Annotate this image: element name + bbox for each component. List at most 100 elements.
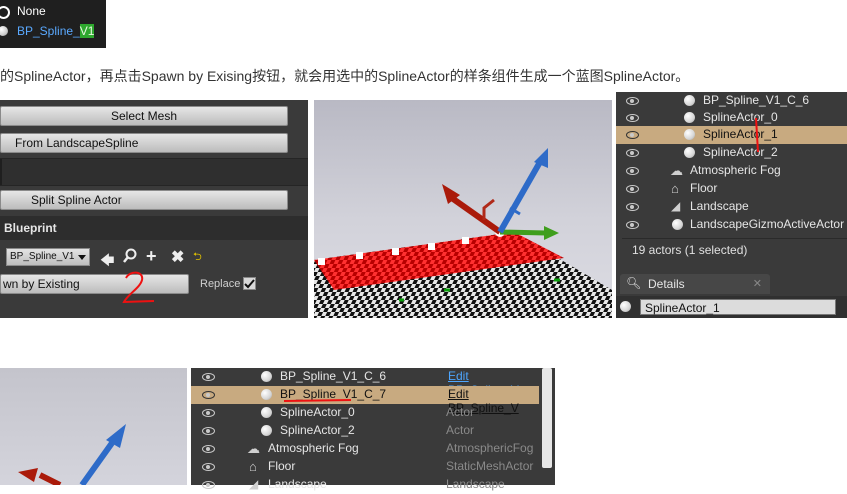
- viewport-scene-bottom: [18, 424, 126, 485]
- list-item-label: SplineActor_2: [703, 145, 778, 159]
- list-item[interactable]: ◢ Landscape: [616, 198, 847, 216]
- eye-icon[interactable]: [626, 185, 639, 193]
- row-label: BP_Spline_V1_C_6: [280, 369, 387, 383]
- table-row[interactable]: ☁ Atmospheric Fog AtmosphericFog: [191, 440, 539, 458]
- row-label: Atmospheric Fog: [268, 441, 359, 455]
- list-item-label: SplineActor_1: [703, 127, 778, 141]
- replace-checkbox[interactable]: [243, 277, 256, 290]
- details-row: SplineActor_1: [616, 296, 847, 318]
- eye-icon[interactable]: [626, 114, 639, 122]
- viewport-scene: [314, 148, 612, 318]
- list-item[interactable]: LandscapeGizmoActiveActor: [616, 216, 847, 234]
- sphere-icon: [261, 389, 272, 400]
- landscape-icon: ◢: [249, 477, 259, 491]
- from-landscape-spline-button[interactable]: From LandscapeSpline: [0, 133, 288, 153]
- sphere-icon: [620, 301, 631, 312]
- details-tab[interactable]: 🔍︎ Details ✕: [620, 274, 770, 294]
- row-label: Landscape: [268, 477, 327, 491]
- list-item-label: LandscapeGizmoActiveActor: [690, 217, 845, 231]
- row-label: SplineActor_0: [280, 405, 355, 419]
- list-item[interactable]: BP_Spline_V1_C_6: [616, 92, 847, 110]
- spawn-by-existing-button[interactable]: wn by Existing: [0, 274, 189, 294]
- blueprint-select-value: BP_Spline_V1: [10, 251, 75, 262]
- eye-icon[interactable]: [202, 481, 215, 489]
- actor-name-field[interactable]: SplineActor_1: [640, 299, 836, 315]
- list-item-label: BP_Spline_V1_C_6: [703, 93, 810, 107]
- eye-icon[interactable]: [202, 409, 215, 417]
- eye-icon[interactable]: [202, 391, 215, 399]
- list-item[interactable]: SplineActor_0: [616, 109, 847, 127]
- sphere-icon: [684, 95, 695, 106]
- split-spline-actor-button[interactable]: Split Spline Actor: [0, 190, 288, 210]
- eye-icon[interactable]: [202, 463, 215, 471]
- close-icon[interactable]: ✕: [753, 277, 762, 290]
- table-row-selected[interactable]: BP_Spline_V1_C_7 Edit BP_Spline_V: [191, 386, 539, 415]
- eye-icon[interactable]: [626, 149, 639, 157]
- viewport-3d-bottom[interactable]: [0, 368, 187, 485]
- dropdown-option-none[interactable]: None: [0, 2, 106, 20]
- sphere-icon: [684, 129, 695, 140]
- description-text: 的SplineActor，再点击Spawn by Exising按钮，就会用选中…: [0, 68, 690, 84]
- table-row[interactable]: SplineActor_2 Actor: [191, 422, 539, 440]
- eye-icon[interactable]: [202, 373, 215, 381]
- replace-label: Replace: [200, 278, 241, 290]
- blueprint-section-header: Blueprint: [0, 216, 308, 240]
- eye-icon[interactable]: [202, 427, 215, 435]
- table-row[interactable]: SplineActor_0 Actor: [191, 404, 539, 422]
- option-label-prefix: BP_Spline_: [17, 24, 80, 38]
- list-item-label: SplineActor_0: [703, 110, 778, 124]
- option-label: BP_Spline_V1: [17, 24, 95, 38]
- list-item[interactable]: ⌂ Floor: [616, 180, 847, 198]
- row-label: Floor: [268, 459, 296, 473]
- close-icon[interactable]: ✖: [171, 247, 184, 267]
- floor-icon: ⌂: [671, 181, 679, 196]
- transform-gizmo: [442, 148, 559, 240]
- reset-arrow-icon[interactable]: ⮌: [193, 248, 202, 267]
- sphere-icon: [684, 147, 695, 158]
- table-row[interactable]: BP_Spline_V1_C_6 Edit BP_Spline_V: [191, 368, 539, 397]
- outliner-status-bar: 19 actors (1 selected): [622, 238, 847, 261]
- sphere-icon: [261, 371, 272, 382]
- row-type: AtmosphericFog: [446, 441, 534, 455]
- search-icon[interactable]: [122, 248, 138, 264]
- fog-icon: ☁: [670, 163, 683, 178]
- eye-icon[interactable]: [626, 203, 639, 211]
- list-item-label: Landscape: [690, 199, 749, 213]
- option-label: None: [17, 4, 46, 18]
- dropdown-popup: None BP_Spline_V1: [0, 0, 106, 48]
- list-item[interactable]: SplineActor_2: [616, 144, 847, 162]
- fog-icon: ☁: [247, 441, 260, 456]
- scrollbar[interactable]: [542, 368, 552, 468]
- eye-icon[interactable]: [202, 445, 215, 453]
- table-row[interactable]: ⌂ Floor StaticMeshActor: [191, 458, 539, 476]
- details-icon: 🔍︎: [626, 276, 642, 290]
- select-mesh-button[interactable]: Select Mesh: [0, 106, 288, 126]
- blueprint-class-select[interactable]: BP_Spline_V1: [6, 248, 90, 266]
- radio-empty-icon: [0, 6, 10, 19]
- sphere-icon: [0, 26, 8, 36]
- spline-tools-panel: Select Mesh From LandscapeSpline Split S…: [0, 100, 308, 318]
- eye-icon[interactable]: [626, 97, 639, 105]
- row-type: Actor: [446, 423, 475, 437]
- plus-icon[interactable]: +: [146, 246, 157, 267]
- dropdown-option-bp-spline[interactable]: BP_Spline_V1: [0, 22, 106, 40]
- annotation-number-1: [755, 117, 759, 153]
- world-outliner-top: BP_Spline_V1_C_6 SplineActor_0 SplineAct…: [616, 92, 847, 318]
- sphere-icon: [684, 112, 695, 123]
- floor-icon: ⌂: [249, 459, 257, 474]
- eye-icon[interactable]: [626, 167, 639, 175]
- list-item[interactable]: ☁ Atmospheric Fog: [616, 162, 847, 180]
- arrow-left-icon[interactable]: 🡄: [100, 250, 114, 274]
- actor-name-value: SplineActor_1: [645, 301, 720, 315]
- list-item-selected[interactable]: SplineActor_1: [616, 126, 847, 144]
- annotation-number-2: [122, 271, 155, 304]
- eye-icon[interactable]: [626, 221, 639, 229]
- landscape-icon: ◢: [671, 199, 681, 213]
- sphere-icon: [672, 219, 683, 230]
- blueprint-header-label: Blueprint: [4, 221, 57, 235]
- chevron-down-icon: [78, 255, 86, 260]
- option-label-highlight: V1: [79, 24, 95, 38]
- viewport-3d[interactable]: [314, 100, 612, 318]
- eye-icon[interactable]: [626, 131, 639, 139]
- table-row[interactable]: ◢ Landscape Landscape: [191, 476, 539, 494]
